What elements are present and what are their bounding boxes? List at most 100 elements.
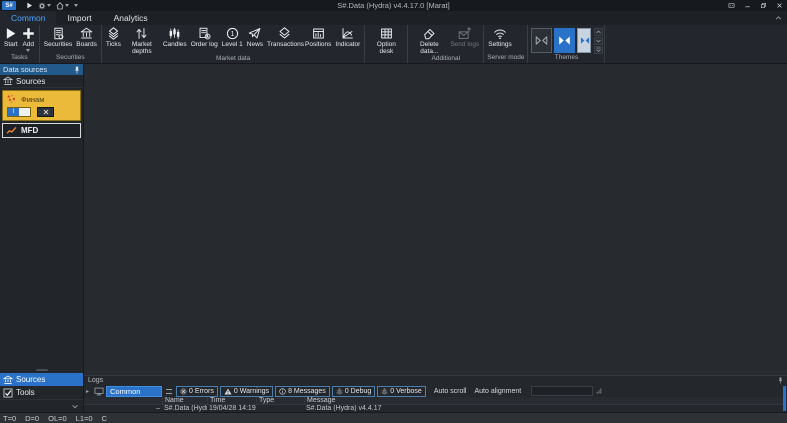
gallery-down-button[interactable] <box>594 36 604 45</box>
boards-button[interactable]: Boards <box>74 25 99 48</box>
logs-panel-title: Logs <box>88 377 104 384</box>
ribbon-group-themes: Themes <box>528 25 606 63</box>
finam-remove-button[interactable] <box>37 107 54 117</box>
gallery-up-button[interactable] <box>594 27 604 36</box>
bank-icon <box>3 76 13 85</box>
bank-icon <box>80 27 93 39</box>
pin-icon[interactable] <box>74 66 80 74</box>
theme-dark-tile[interactable] <box>531 28 553 53</box>
settings-button[interactable]: Settings <box>486 25 514 48</box>
close-button[interactable] <box>771 0 787 11</box>
paper-plane-icon <box>249 28 261 39</box>
sidebar-navigation: Sources Tools <box>0 366 83 412</box>
tab-import[interactable]: Import <box>56 11 102 25</box>
filter-messages-button[interactable]: 8 Messages <box>275 385 330 397</box>
transactions-button[interactable]: Transactions <box>265 25 304 48</box>
sidebar-header: Data sources <box>0 64 83 75</box>
auto-scroll-option[interactable]: Auto scroll <box>434 388 467 395</box>
ribbon-group-market-data: Ticks Market depths Candles Order log 1 … <box>102 25 366 63</box>
home-quick-button[interactable] <box>56 1 69 10</box>
filter-warnings-button[interactable]: 0 Warnings <box>219 385 274 397</box>
toggle-off-half <box>19 108 30 116</box>
add-button[interactable]: Add <box>20 25 37 53</box>
candles-button[interactable]: Candles <box>161 25 189 48</box>
send-logs-button[interactable]: Send logs <box>448 25 481 48</box>
log-table-row[interactable]: – S#.Data (Hydra) 19/04/28 14:19:06.468 … <box>84 405 787 413</box>
tab-common[interactable]: Common <box>0 11 57 25</box>
level1-button[interactable]: 1 Level 1 <box>220 25 245 48</box>
column-header-type[interactable]: Type <box>256 396 304 405</box>
status-bar: T=0 D=0 OL=0 L1=0 C <box>0 412 787 423</box>
sidebar-header-title: Data sources <box>3 65 48 74</box>
securities-button[interactable]: Securities <box>42 25 75 48</box>
order-log-icon <box>199 27 211 40</box>
warning-icon <box>224 388 232 394</box>
start-button[interactable]: Start <box>2 25 20 48</box>
column-header-name[interactable]: Name <box>162 396 207 405</box>
logs-vertical-scrollbar[interactable] <box>783 386 786 411</box>
bug-icon <box>336 387 343 394</box>
filter-debug-button[interactable]: 0 Debug <box>331 385 376 397</box>
source-card-mfd[interactable]: MFD <box>2 123 81 138</box>
svg-text:1: 1 <box>230 31 234 38</box>
nav-item-tools[interactable]: Tools <box>0 386 83 399</box>
transactions-icon <box>279 27 289 39</box>
status-orderlog-counter: OL=0 <box>48 413 67 423</box>
nav-item-label: Tools <box>16 388 35 397</box>
ribbon-group-securities: Securities Boards Securities <box>40 25 102 63</box>
sidebar-item-label: Sources <box>16 76 46 86</box>
gear-icon <box>38 2 46 9</box>
nav-item-sources[interactable]: Sources <box>0 373 83 386</box>
theme-light-tile[interactable] <box>577 28 592 53</box>
securities-icon <box>53 27 63 40</box>
auto-alignment-option[interactable]: Auto alignment <box>475 388 522 395</box>
logs-tree-root-common[interactable]: Common <box>106 385 162 397</box>
column-header-time[interactable]: Time <box>207 396 256 405</box>
start-quick-button[interactable] <box>26 2 33 9</box>
nav-pane-resize-handle[interactable] <box>0 366 83 373</box>
finam-enabled-toggle[interactable]: I <box>7 107 31 117</box>
bowtie-icon <box>581 37 590 44</box>
splitter-grip[interactable] <box>166 388 172 394</box>
nav-pane-footer <box>0 399 83 412</box>
source-card-finam[interactable]: Финам I <box>2 90 81 121</box>
checkbox-icon <box>3 388 13 397</box>
app-logo[interactable]: S# <box>2 1 16 10</box>
bug-icon <box>381 387 388 394</box>
up-down-arrows-icon <box>136 28 147 39</box>
restore-button[interactable] <box>755 0 771 11</box>
pin-icon[interactable] <box>778 377 783 384</box>
column-header-message[interactable]: Message <box>304 396 787 405</box>
settings-quick-button[interactable] <box>38 2 51 10</box>
status-ticks-counter: T=0 <box>3 413 17 423</box>
filter-errors-button[interactable]: 0 Errors <box>176 385 218 397</box>
positions-button[interactable]: Positions <box>303 25 333 48</box>
tree-expander-icon[interactable]: ▸ <box>86 388 92 395</box>
minimize-button[interactable] <box>739 0 755 11</box>
ribbon-collapse-button[interactable] <box>775 15 782 21</box>
eraser-icon <box>423 28 435 40</box>
filter-verbose-button[interactable]: 0 Verbose <box>377 385 426 397</box>
close-icon <box>776 3 782 8</box>
gallery-expand-button[interactable] <box>594 45 604 54</box>
resize-grip-icon[interactable] <box>596 388 602 394</box>
logs-search-input[interactable] <box>531 386 594 396</box>
touch-mode-button[interactable] <box>723 0 739 11</box>
ticks-button[interactable]: Ticks <box>104 25 123 48</box>
option-desk-button[interactable]: Option desk <box>367 25 405 55</box>
chevron-up-icon <box>596 29 602 33</box>
toolbar-overflow-button[interactable] <box>74 4 78 7</box>
gallery-spinner <box>594 27 604 54</box>
ribbon-group-additional: Delete data... Send logs Additional <box>408 25 485 63</box>
error-icon <box>180 387 187 395</box>
theme-blue-tile-selected[interactable] <box>554 28 576 53</box>
indicator-button[interactable]: Indicator <box>333 25 362 48</box>
news-button[interactable]: News <box>245 25 265 48</box>
sidebar-item-sources-group[interactable]: Sources <box>0 75 83 88</box>
nav-options-button[interactable] <box>72 404 78 409</box>
tab-analytics[interactable]: Analytics <box>103 11 159 25</box>
order-log-button[interactable]: Order log <box>189 25 220 48</box>
market-depths-button[interactable]: Market depths <box>123 25 161 55</box>
delete-data-button[interactable]: Delete data... <box>410 25 448 55</box>
gallery-expand-icon <box>596 47 602 52</box>
